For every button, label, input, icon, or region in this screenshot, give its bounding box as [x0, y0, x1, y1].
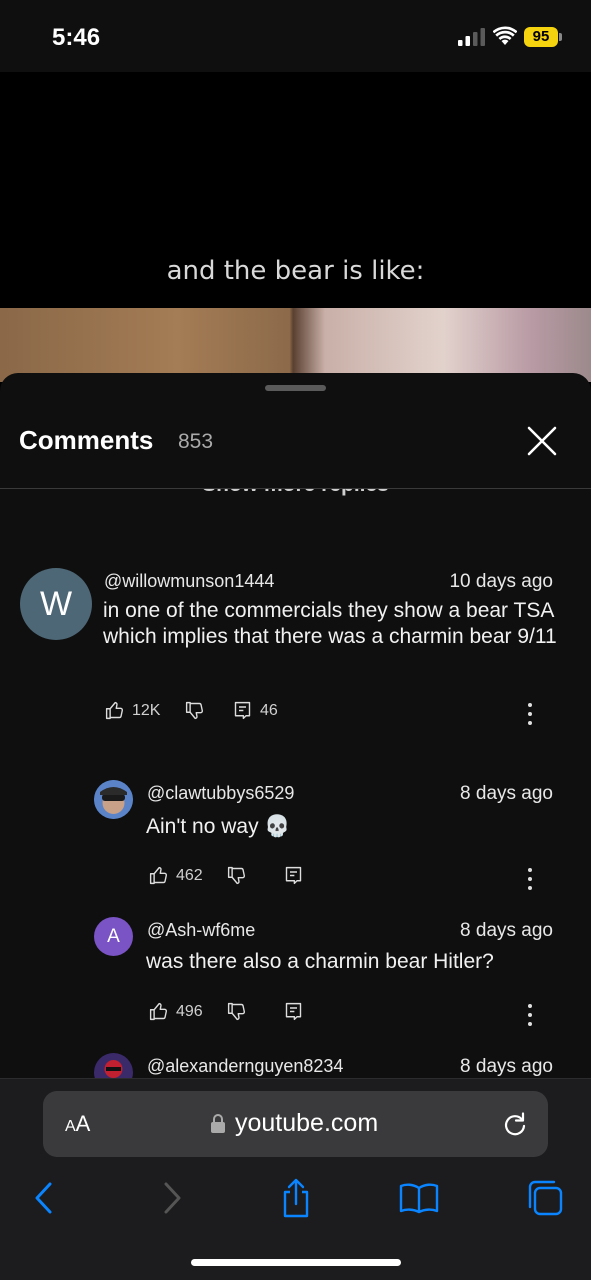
browser-toolbar: AA youtube.com — [0, 1078, 591, 1280]
comment-age: 8 days ago — [460, 1056, 553, 1077]
back-button[interactable] — [24, 1178, 64, 1218]
reload-icon[interactable] — [502, 1111, 528, 1137]
close-icon[interactable] — [524, 423, 560, 459]
comment-text: was there also a charmin bear Hitler? — [146, 950, 494, 973]
reply-button[interactable]: 46 — [232, 700, 278, 721]
like-button[interactable]: 12K — [104, 700, 160, 721]
comment-actions: 12K 46 — [104, 700, 554, 726]
reply-button[interactable] — [283, 1001, 304, 1022]
chevron-left-icon — [35, 1182, 52, 1214]
more-options-icon[interactable] — [527, 700, 533, 726]
home-indicator — [191, 1259, 401, 1266]
url-text[interactable]: youtube.com — [235, 1109, 378, 1138]
thumbs-down-icon — [185, 701, 203, 720]
toolbar-divider — [0, 1078, 591, 1079]
avatar-image — [94, 780, 133, 819]
like-button[interactable]: 462 — [148, 865, 203, 886]
avatar[interactable]: W — [20, 568, 92, 640]
thumbs-down-icon — [227, 866, 245, 885]
battery-level: 95 — [524, 27, 558, 47]
avatar-letter: W — [39, 584, 73, 623]
comment-author[interactable]: @willowmunson1444 — [104, 571, 274, 592]
comment-text: in one of the commercials they show a be… — [103, 599, 557, 648]
comment-reply: @alexandernguyen8234 8 days ago — [0, 1053, 591, 1078]
thumbs-down-icon — [227, 1002, 245, 1021]
comment-age: 10 days ago — [449, 571, 553, 592]
lock-icon — [211, 1114, 225, 1133]
show-more-replies[interactable]: Show more replies — [0, 489, 591, 497]
header-divider — [0, 488, 591, 489]
comment-age: 8 days ago — [460, 920, 553, 941]
comments-panel: Comments 853 Show more replies W @willow… — [0, 373, 591, 1078]
dislike-button[interactable] — [226, 1001, 247, 1022]
more-options-icon[interactable] — [527, 1001, 533, 1027]
video-caption: and the bear is like: — [166, 256, 425, 286]
like-count: 12K — [132, 701, 161, 719]
like-count: 462 — [176, 866, 203, 884]
tabs-button[interactable] — [525, 1178, 565, 1218]
aa-large: A — [75, 1111, 91, 1136]
avatar[interactable] — [94, 780, 133, 819]
thumbs-up-icon — [149, 866, 167, 885]
aa-small: A — [65, 1118, 76, 1135]
video-player[interactable]: and the bear is like: — [0, 72, 591, 382]
comments-count: 853 — [178, 430, 214, 453]
reply-icon — [234, 701, 251, 720]
thumbs-up-icon — [105, 701, 123, 720]
battery-indicator: 95 — [524, 27, 562, 47]
book-icon — [399, 1183, 439, 1214]
comment-author[interactable]: @alexandernguyen8234 — [147, 1056, 343, 1077]
comment-thread: W @willowmunson1444 10 days ago in one o… — [0, 568, 591, 738]
comment-reply: @clawtubbys6529 8 days ago Ain't no way … — [0, 780, 591, 900]
comment-actions: 462 — [148, 865, 548, 891]
dislike-button[interactable] — [184, 700, 205, 721]
battery-tip — [559, 33, 562, 41]
chevron-right-icon — [164, 1182, 181, 1214]
reader-settings-button[interactable]: AA — [65, 1111, 90, 1137]
comment-age: 8 days ago — [460, 783, 553, 804]
address-bar[interactable]: AA youtube.com — [43, 1091, 548, 1157]
reply-icon — [285, 866, 302, 885]
avatar[interactable]: A — [94, 917, 133, 956]
avatar-letter: A — [107, 925, 120, 947]
video-frame — [0, 308, 591, 382]
comment-author[interactable]: @Ash-wf6me — [147, 920, 255, 941]
comment-reply: A @Ash-wf6me 8 days ago was there also a… — [0, 917, 591, 1037]
comment-author[interactable]: @clawtubbys6529 — [147, 783, 294, 804]
reply-count: 46 — [260, 701, 278, 719]
status-bar: 5:46 95 — [0, 0, 591, 72]
bookmarks-button[interactable] — [399, 1178, 439, 1218]
reply-icon — [285, 1002, 302, 1021]
cellular-signal-icon — [458, 28, 485, 46]
like-count: 496 — [176, 1002, 203, 1020]
avatar-image — [94, 1053, 133, 1078]
forward-button[interactable] — [152, 1178, 192, 1218]
share-button[interactable] — [276, 1178, 316, 1218]
comment-actions: 496 — [148, 1001, 548, 1027]
comment-text: Ain't no way 💀 — [146, 815, 291, 838]
tabs-icon — [528, 1180, 563, 1216]
wifi-icon — [493, 26, 517, 45]
more-options-icon[interactable] — [527, 865, 533, 891]
thumbs-up-icon — [149, 1002, 167, 1021]
share-icon — [283, 1178, 309, 1218]
avatar[interactable] — [94, 1053, 133, 1078]
status-time: 5:46 — [52, 24, 101, 51]
dislike-button[interactable] — [226, 865, 247, 886]
reply-button[interactable] — [283, 865, 304, 886]
comments-title: Comments — [19, 425, 154, 455]
drag-handle[interactable] — [265, 385, 326, 391]
like-button[interactable]: 496 — [148, 1001, 203, 1022]
